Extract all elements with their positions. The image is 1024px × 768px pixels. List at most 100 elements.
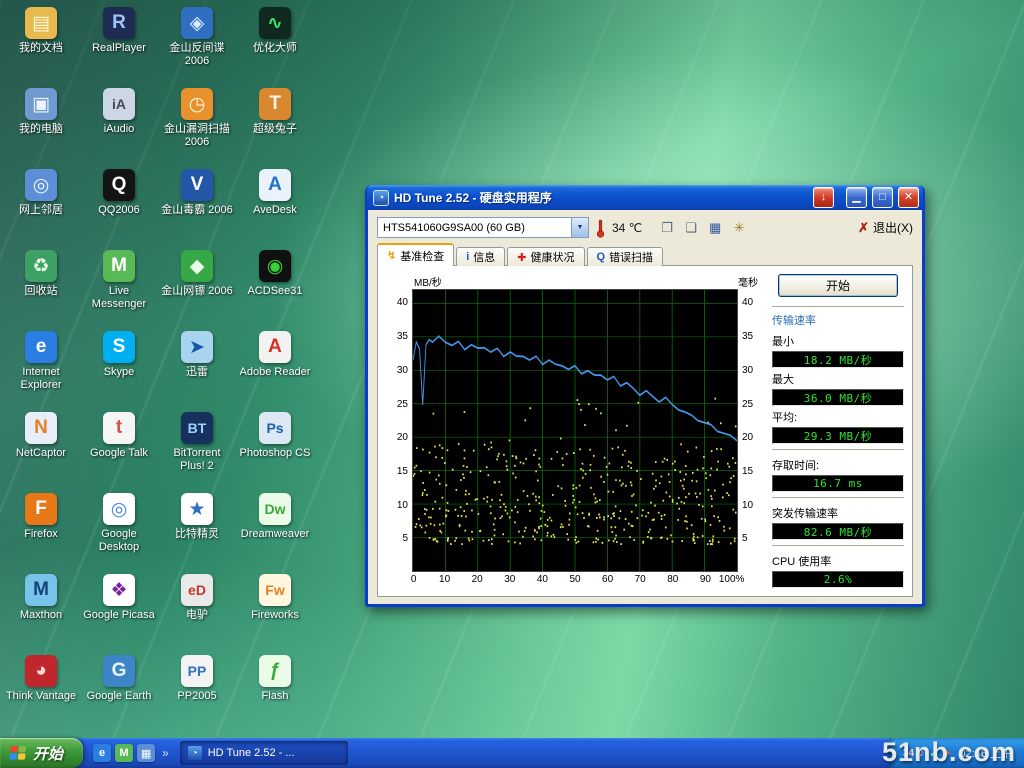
maximize-button[interactable]: □ [872, 187, 893, 208]
copy-screenshot-icon[interactable]: ❏ [680, 218, 702, 238]
save-icon[interactable]: ▦ [704, 218, 726, 238]
desktop-icon-maxthon[interactable]: MMaxthon [2, 569, 80, 650]
desktop-icon-google-desktop[interactable]: ◎Google Desktop [80, 488, 158, 569]
tab-info[interactable]: i信息 [456, 247, 505, 266]
avg-value: 29.3 MB/秒 [772, 427, 904, 444]
hdtune-app-icon: ◔ [373, 190, 389, 206]
desktop-icon-label: ACDSee31 [247, 285, 302, 298]
desktop-icon-label: Maxthon [20, 609, 62, 622]
acdsee31-icon: ◉ [259, 250, 291, 282]
desktop-icon-bitspirit[interactable]: ★比特精灵 [158, 488, 236, 569]
desktop-icon-iaudio[interactable]: iAiAudio [80, 83, 158, 164]
max-label: 最大 [772, 371, 904, 387]
copy-text-icon[interactable]: ❐ [656, 218, 678, 238]
desktop-icon-kingsoft-scan-2006[interactable]: ◷金山漏洞扫描 2006 [158, 83, 236, 164]
quick-launch-ie[interactable]: e [93, 744, 111, 762]
google-earth-icon: G [103, 655, 135, 687]
desktop-icon-label: Adobe Reader [240, 366, 311, 379]
x-axis-ticks: 0102030405060708090100% [412, 573, 738, 588]
left-axis-ticks: 510152025303540 [386, 289, 412, 572]
desktop-icon-fireworks[interactable]: FwFireworks [236, 569, 314, 650]
desktop-icon-kingsoft-antispy-2006[interactable]: ◈金山反间谍 2006 [158, 2, 236, 83]
update-notify-button[interactable]: ↓ [813, 187, 834, 208]
separator [772, 497, 904, 499]
desktop-icon-qq2006[interactable]: QQQ2006 [80, 164, 158, 245]
axis-tick-label: 25 [742, 399, 753, 410]
desktop-icon-google-talk[interactable]: tGoogle Talk [80, 407, 158, 488]
tab-info-icon: i [466, 251, 469, 263]
tab-error-scan[interactable]: Q错误扫描 [587, 247, 664, 266]
desktop-icon-kingsoft-netguard-2006[interactable]: ◆金山网镖 2006 [158, 245, 236, 326]
minimize-button[interactable]: ▁ [846, 187, 867, 208]
desktop-icon-dreamweaver[interactable]: DwDreamweaver [236, 488, 314, 569]
desktop-icon-realplayer[interactable]: RRealPlayer [80, 2, 158, 83]
desktop-icon-label: Live Messenger [82, 285, 156, 310]
desktop-icon-adobe-reader[interactable]: AAdobe Reader [236, 326, 314, 407]
desktop-icon-internet-explorer[interactable]: eInternet Explorer [2, 326, 80, 407]
desktop-icon-firefox[interactable]: FFirefox [2, 488, 80, 569]
pp2005-icon: PP [181, 655, 213, 687]
desktop-icon-google-picasa[interactable]: ❖Google Picasa [80, 569, 158, 650]
desktop-icon-google-earth[interactable]: G Google Earth [80, 650, 158, 731]
my-computer-icon: ▣ [25, 88, 57, 120]
my-documents-icon: ▤ [25, 7, 57, 39]
separator [772, 449, 904, 451]
desktop-icon-network-places[interactable]: ◎网上邻居 [2, 164, 80, 245]
quick-launch-chevron-icon[interactable]: » [159, 746, 172, 760]
desktop-icon-label: 超级兔子 [253, 123, 297, 136]
desktop-icon-photoshop-cs[interactable]: PsPhotoshop CS [236, 407, 314, 488]
desktop-icon-my-computer[interactable]: ▣ 我的电脑 [2, 83, 80, 164]
quick-launch-show-desktop[interactable]: ▦ [137, 744, 155, 762]
desktop-icon-super-rabbit[interactable]: T超级兔子 [236, 83, 314, 164]
desktop-icon-emule[interactable]: eD电驴 [158, 569, 236, 650]
benchmark-tab-page: MB/秒 毫秒 510152025303540 510152025303540 … [377, 265, 913, 597]
desktop-icon-acdsee31[interactable]: ◉ ACDSee31 [236, 245, 314, 326]
tab-benchmark[interactable]: ↯基准检查 [377, 243, 454, 266]
start-button[interactable]: 开始 [0, 738, 83, 768]
thunder-icon: ➤ [181, 331, 213, 363]
fireworks-icon: Fw [259, 574, 291, 606]
desktop-icon-think-vantage[interactable]: ◕Think Vantage [2, 650, 80, 731]
desktop-icon-label: Flash [262, 690, 289, 703]
desktop-icon-label: Internet Explorer [4, 366, 78, 391]
toolbar-tools: ❐ ❏ ▦ ✳ [656, 218, 750, 238]
cpu-usage-value: 2.6% [772, 571, 904, 588]
desktop-icon-live-messenger[interactable]: MLive Messenger [80, 245, 158, 326]
taskbar-task-hdtune[interactable]: ◔ HD Tune 2.52 - ... [180, 741, 348, 765]
desktop-icon-label: Google Earth [87, 690, 152, 703]
desktop-icon-youhua-dashi[interactable]: ∿优化大师 [236, 2, 314, 83]
desktop-icon-recycle-bin[interactable]: ♻回收站 [2, 245, 80, 326]
quick-launch-bar: eM▦ » [83, 738, 178, 768]
bittorrent-plus-icon: BT [181, 412, 213, 444]
right-axis-ticks: 510152025303540 [738, 289, 764, 572]
desktop-icon-avedesk[interactable]: AAveDesk [236, 164, 314, 245]
desktop-icon-netcaptor[interactable]: NNetCaptor [2, 407, 80, 488]
tab-health[interactable]: ✚健康状况 [507, 247, 584, 266]
exit-button[interactable]: ✗ 退出(X) [858, 219, 913, 236]
desktop-icon-label: 回收站 [25, 285, 58, 298]
start-benchmark-button[interactable]: 开始 [778, 274, 898, 297]
combo-dropdown-icon[interactable]: ▼ [571, 218, 588, 237]
drive-select[interactable]: HTS541060G9SA00 (60 GB) ▼ [377, 217, 589, 238]
access-time-value: 16.7 ms [772, 475, 904, 492]
close-button[interactable]: ✕ [898, 187, 919, 208]
axis-tick-label: 5 [402, 533, 408, 544]
results-panel: 开始 传输速率 最小 18.2 MB/秒 最大 36.0 MB/秒 平均: 29… [772, 274, 904, 588]
google-desktop-icon: ◎ [103, 493, 135, 525]
desktop-icon-bittorrent-plus[interactable]: BTBitTorrent Plus! 2 [158, 407, 236, 488]
desktop-icon-my-documents[interactable]: ▤ 我的文档 [2, 2, 80, 83]
axis-tick-label: 50 [569, 574, 580, 585]
thermometer-icon [595, 218, 606, 238]
desktop-icon-skype[interactable]: SSkype [80, 326, 158, 407]
desktop-icon-flash[interactable]: ƒFlash [236, 650, 314, 731]
axis-tick-label: 30 [742, 365, 753, 376]
desktop-icon-thunder[interactable]: ➤迅雷 [158, 326, 236, 407]
desktop-icon-pp2005[interactable]: PPPP2005 [158, 650, 236, 731]
quick-launch-messenger[interactable]: M [115, 744, 133, 762]
desktop-icon-label: 我的文档 [19, 42, 63, 55]
options-icon[interactable]: ✳ [728, 218, 750, 238]
desktop-icon-label: 我的电脑 [19, 123, 63, 136]
kingsoft-antispy-2006-icon: ◈ [181, 7, 213, 39]
desktop-icon-kingsoft-duba-2006[interactable]: V金山毒霸 2006 [158, 164, 236, 245]
google-talk-icon: t [103, 412, 135, 444]
